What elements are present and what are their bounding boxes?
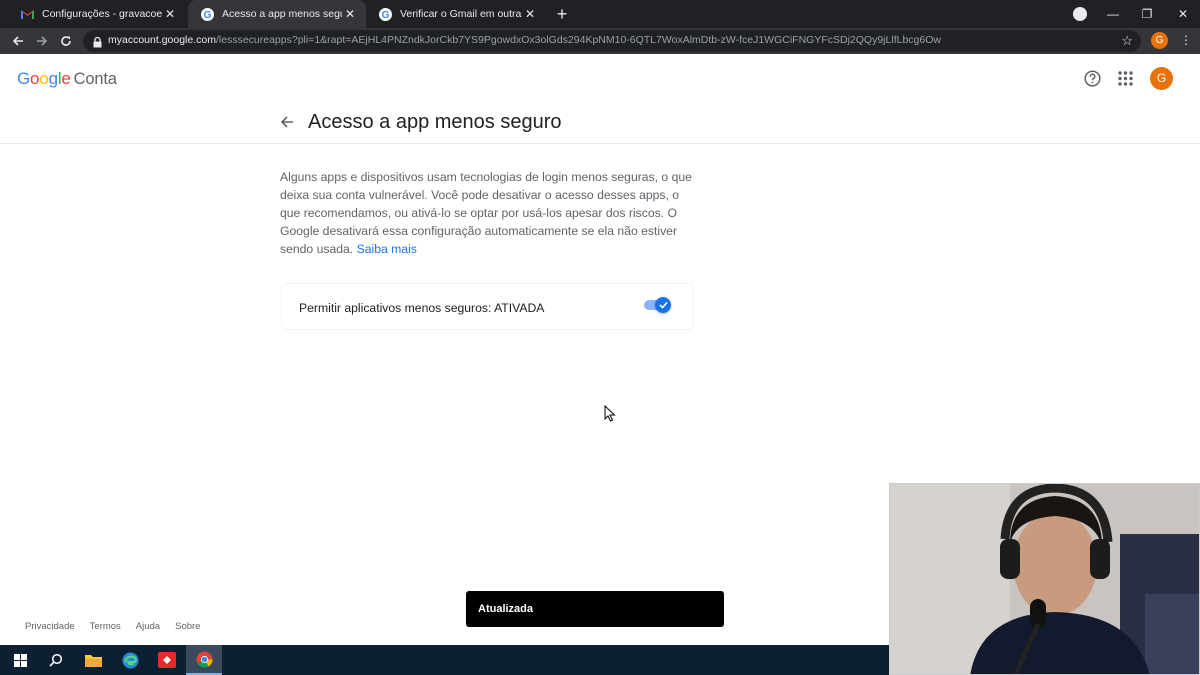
address-bar[interactable]: myaccount.google.com/lesssecureapps?pli=… [83,30,1141,52]
product-name: Conta [73,70,117,88]
tab-acesso-app[interactable]: G Acesso a app menos seguro ✕ [188,0,366,28]
file-explorer-icon[interactable] [75,645,111,675]
lock-icon[interactable] [93,35,102,53]
snackbar: Atualizada [466,591,724,627]
profile-avatar[interactable]: G [1151,32,1168,49]
snackbar-text: Atualizada [478,603,534,615]
minimize-icon[interactable]: — [1096,0,1130,28]
edge-icon[interactable] [112,645,148,675]
google-icon: G [378,7,392,21]
browser-menu-icon[interactable]: ⋮ [1180,33,1192,47]
screen: Configurações - gravacoesphsbr ✕ G Acess… [0,0,1200,675]
url-path: /lesssecureapps?pli=1&rapt=AEjHL4PNZndkJ… [215,34,941,46]
gmail-icon [20,7,34,21]
close-tab-icon[interactable]: ✕ [342,6,358,22]
svg-text:G: G [381,10,389,21]
description-paragraph: Alguns apps e dispositivos usam tecnolog… [280,168,696,258]
back-nav-icon[interactable] [8,31,28,51]
learn-more-link[interactable]: Saiba mais [357,242,417,256]
google-account-header: Google Conta G [0,54,1200,104]
new-tab-button[interactable]: + [553,5,571,23]
logo-letter: e [61,69,71,88]
logo-letter: o [39,69,49,88]
close-tab-icon[interactable]: ✕ [522,6,538,22]
page-footer: Privacidade Termos Ajuda Sobre [25,621,200,632]
windows-taskbar [0,645,889,675]
url-host: myaccount.google.com [108,34,216,46]
tab-title: Acesso a app menos seguro [222,8,342,20]
svg-text:G: G [203,10,211,21]
reload-icon[interactable] [56,31,76,51]
check-icon [655,297,671,313]
page-title-bar: Acesso a app menos seguro [0,104,1200,144]
window-close-icon[interactable]: ✕ [1166,0,1200,28]
tab-title: Verificar o Gmail em outras plata [400,8,522,20]
browser-tab-strip: Configurações - gravacoesphsbr ✕ G Acess… [0,0,1200,28]
page-title: Acesso a app menos seguro [308,111,562,133]
webcam-overlay [889,483,1200,675]
webcam-person-image [890,484,1199,674]
logo-letter: o [30,69,40,88]
apps-grid-icon[interactable] [1118,71,1133,91]
setting-label: Permitir aplicativos menos seguros: ATIV… [299,301,545,315]
logo-letter: G [17,69,31,88]
back-arrow-icon[interactable] [280,115,294,134]
google-account-logo[interactable]: Google Conta [17,69,117,89]
footer-link-sobre[interactable]: Sobre [175,621,200,632]
forward-nav-icon[interactable] [32,31,52,51]
anydesk-icon[interactable] [149,645,185,675]
less-secure-apps-card: Permitir aplicativos menos seguros: ATIV… [281,283,694,330]
less-secure-apps-toggle[interactable] [644,297,672,313]
logo-letter: g [48,69,58,88]
chrome-icon[interactable] [186,645,222,675]
description-text: Alguns apps e dispositivos usam tecnolog… [280,170,692,256]
footer-link-termos[interactable]: Termos [90,621,121,632]
search-icon[interactable] [38,645,74,675]
media-control-icon[interactable] [1073,7,1087,21]
account-avatar[interactable]: G [1150,67,1173,90]
help-icon[interactable] [1084,70,1101,92]
browser-toolbar: myaccount.google.com/lesssecureapps?pli=… [0,28,1200,54]
footer-link-privacidade[interactable]: Privacidade [25,621,75,632]
tab-title: Configurações - gravacoesphsbr [42,8,162,20]
url-text[interactable]: myaccount.google.com/lesssecureapps?pli=… [108,34,941,46]
tab-configuracoes[interactable]: Configurações - gravacoesphsbr ✕ [8,0,186,28]
mouse-cursor-icon [604,404,616,427]
footer-link-ajuda[interactable]: Ajuda [136,621,160,632]
windows-start-icon[interactable] [2,645,38,675]
close-tab-icon[interactable]: ✕ [162,6,178,22]
restore-icon[interactable]: ❐ [1130,0,1164,28]
bookmark-star-icon[interactable]: ☆ [1121,33,1133,49]
tab-verificar-gmail[interactable]: G Verificar o Gmail em outras plata ✕ [366,0,546,28]
google-icon: G [200,7,214,21]
